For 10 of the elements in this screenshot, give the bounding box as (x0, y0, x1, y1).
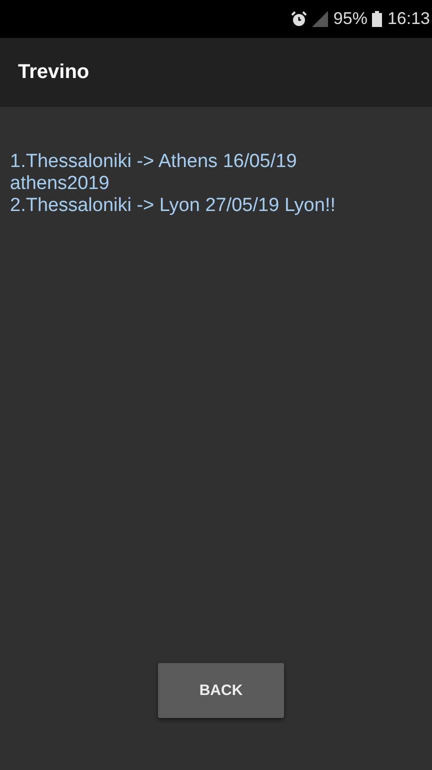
clock-time: 16:13 (387, 9, 430, 29)
trip-entry-text: athens2019 (10, 173, 110, 195)
battery-percentage: 95% (333, 9, 368, 29)
app-title: Trevino (18, 61, 90, 84)
alarm-clock-icon (291, 11, 308, 27)
battery-icon (372, 11, 382, 27)
signal-icon (312, 11, 328, 27)
back-button[interactable]: BACK (158, 663, 284, 718)
trip-entry-text: 2.Thessaloniki -> Lyon 27/05/19 Lyon!! (10, 195, 336, 217)
trip-entry-text: 1.Thessaloniki -> Athens 16/05/19 (10, 151, 298, 173)
